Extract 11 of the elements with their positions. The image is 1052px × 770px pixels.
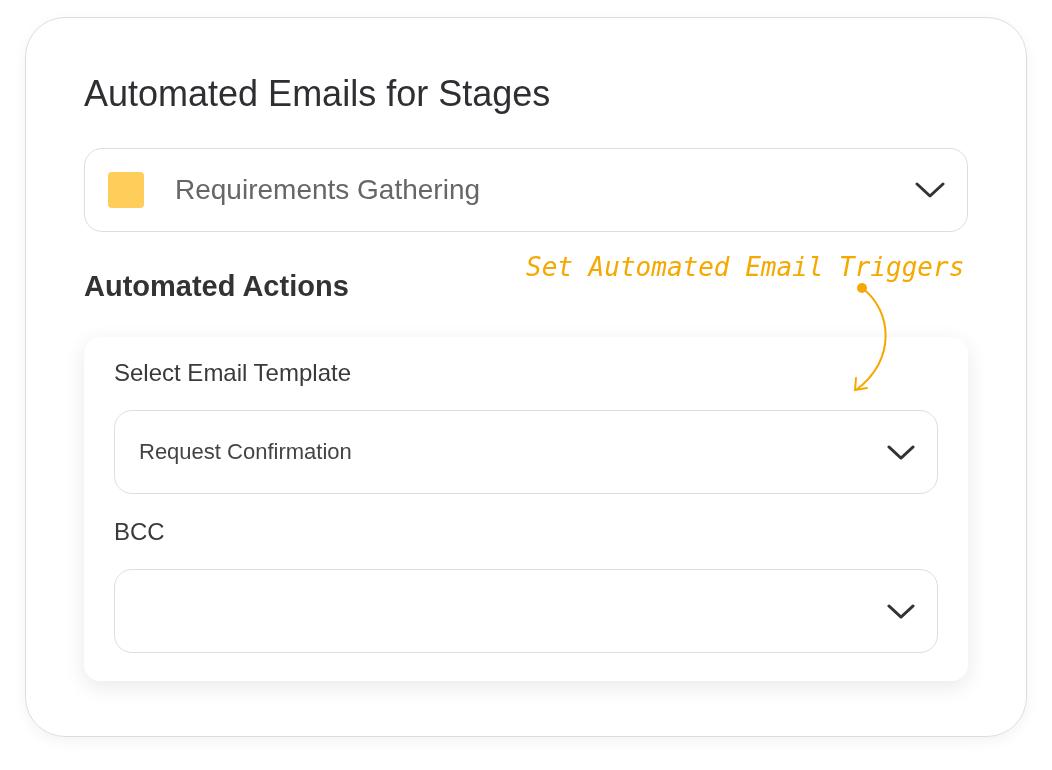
chevron-down-icon [887,602,915,620]
chevron-down-icon [915,181,945,199]
field-label: Select Email Template [114,358,352,388]
card-title: Automated Emails for Stages [84,72,552,116]
section-heading: Automated Actions [84,269,349,303]
stage-dropdown[interactable]: Requirements Gathering [84,148,968,232]
annotation-text: Set Automated Email Triggers [526,252,965,282]
select-field[interactable] [114,569,938,653]
select-field[interactable]: Request Confirmation [114,410,938,494]
field-label: BCC [114,517,166,547]
chevron-down-icon [887,443,915,461]
